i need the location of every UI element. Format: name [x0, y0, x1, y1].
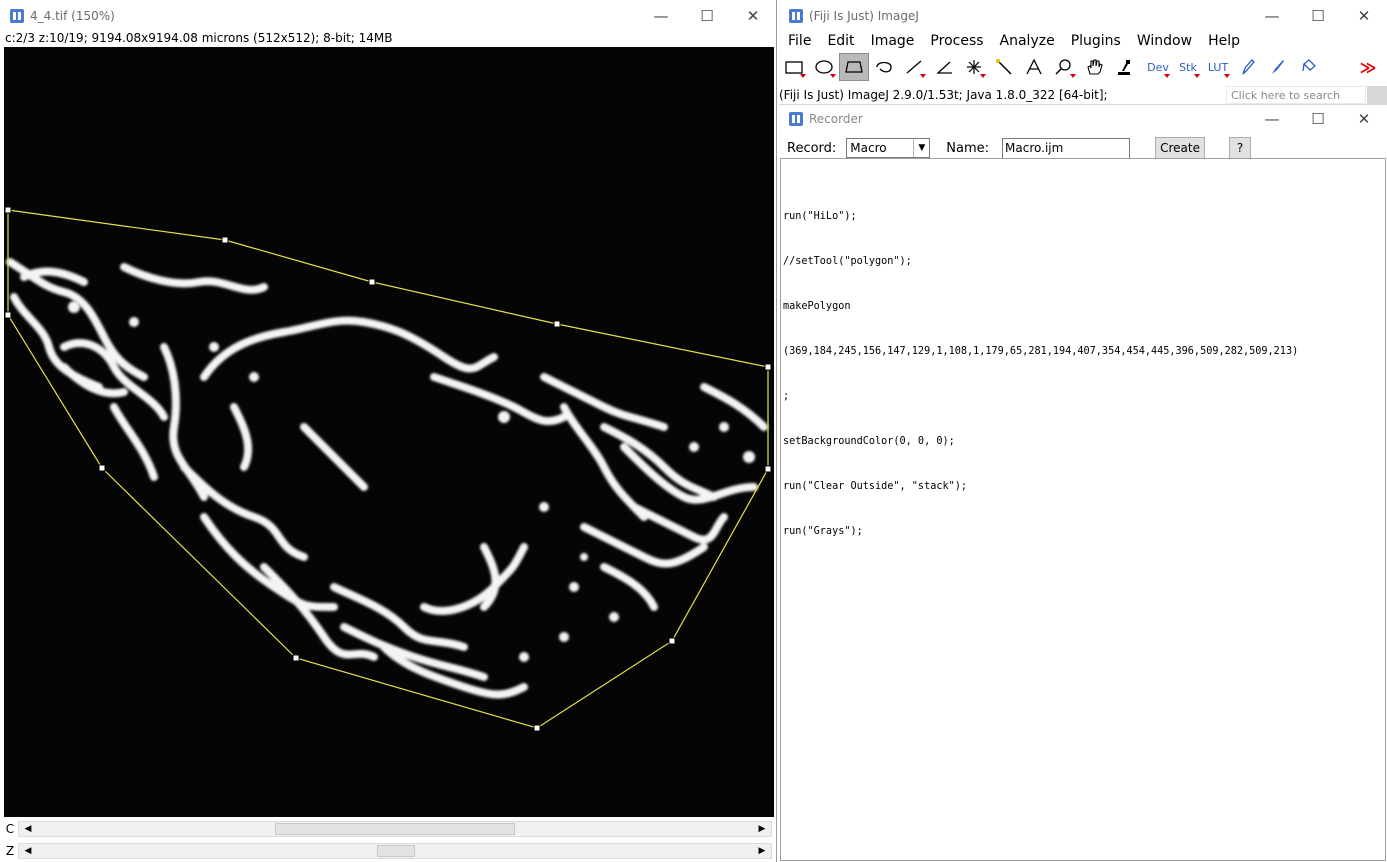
search-box[interactable]: Click here to search — [1226, 86, 1366, 104]
z-scroll-thumb[interactable] — [377, 845, 415, 857]
freehand-tool-icon[interactable] — [869, 53, 899, 81]
minimize-button[interactable]: — — [638, 1, 684, 31]
dropper-tool-icon[interactable] — [1109, 53, 1139, 81]
menu-help[interactable]: Help — [1199, 30, 1247, 52]
mitochondria-signal — [6, 258, 768, 699]
z-scroll-row: Z ◀ ▶ — [0, 841, 777, 861]
record-mode-value: Macro — [850, 141, 887, 155]
fiji-app-icon — [789, 112, 803, 126]
point-tool-icon[interactable] — [959, 53, 989, 81]
chevron-down-icon[interactable]: ▼ — [913, 139, 929, 157]
polygon-tool-icon[interactable] — [839, 53, 869, 81]
scroll-right-icon[interactable]: ▶ — [755, 844, 769, 858]
image-svg — [4, 206, 772, 732]
fiji-app-icon — [789, 9, 803, 23]
stk-menu-button[interactable]: Stk — [1173, 53, 1203, 81]
search-scroll-end[interactable] — [1367, 86, 1387, 104]
minimize-button[interactable]: — — [1249, 104, 1295, 134]
record-mode-select[interactable]: Macro ▼ — [846, 138, 931, 158]
close-button[interactable]: ✕ — [730, 1, 776, 31]
lut-label: LUT — [1207, 60, 1229, 74]
image-window-titlebar[interactable]: 4_4.tif (150%) — ☐ ✕ — [0, 0, 776, 32]
image-canvas[interactable] — [4, 47, 774, 817]
create-button[interactable]: Create — [1155, 137, 1206, 159]
code-line: (369,184,245,156,147,129,1,108,1,179,65,… — [783, 346, 1299, 357]
hand-tool-icon[interactable] — [1079, 53, 1109, 81]
z-scrollbar[interactable]: ◀ ▶ — [18, 843, 772, 859]
line-tool-icon[interactable] — [899, 53, 929, 81]
magnifier-tool-icon[interactable] — [1049, 53, 1079, 81]
scroll-right-icon[interactable]: ▶ — [755, 822, 769, 836]
maximize-button[interactable]: ☐ — [684, 1, 730, 31]
more-tools-icon[interactable]: ≫ — [1353, 53, 1383, 81]
name-label: Name: — [946, 140, 990, 156]
maximize-button[interactable]: ☐ — [1295, 1, 1341, 31]
menu-process[interactable]: Process — [921, 30, 990, 52]
code-line: run("HiLo"); — [783, 211, 857, 222]
scroll-left-icon[interactable]: ◀ — [21, 822, 35, 836]
recorder-window: Recorder — ☐ ✕ Record: Macro ▼ Name: Mac… — [779, 104, 1387, 862]
code-line: run("Clear Outside", "stack"); — [783, 481, 968, 492]
empty-tool-slot[interactable] — [1323, 53, 1353, 81]
recorder-title: Recorder — [809, 112, 863, 126]
rectangle-tool-icon[interactable] — [779, 53, 809, 81]
scroll-left-icon[interactable]: ◀ — [21, 844, 35, 858]
close-button[interactable]: ✕ — [1341, 1, 1387, 31]
code-line: run("Grays"); — [783, 526, 863, 537]
imagej-title: (Fiji Is Just) ImageJ — [809, 9, 919, 23]
channel-scroll-thumb[interactable] — [275, 823, 515, 835]
maximize-button[interactable]: ☐ — [1295, 104, 1341, 134]
image-info-text: c:2/3 z:10/19; 9194.08x9194.08 microns (… — [5, 31, 393, 45]
minimize-button[interactable]: — — [1249, 1, 1295, 31]
tool-bar: Dev Stk LUT ≫ — [779, 52, 1383, 82]
fiji-app-icon — [10, 9, 24, 23]
menu-window[interactable]: Window — [1128, 30, 1199, 52]
dev-label: Dev — [1147, 60, 1169, 74]
menu-analyze[interactable]: Analyze — [991, 30, 1062, 52]
oval-tool-icon[interactable] — [809, 53, 839, 81]
menu-plugins[interactable]: Plugins — [1062, 30, 1128, 52]
dev-menu-button[interactable]: Dev — [1143, 53, 1173, 81]
macro-editor[interactable]: run("HiLo"); //setTool("polygon"); makeP… — [780, 158, 1386, 861]
image-window-title: 4_4.tif (150%) — [30, 9, 115, 23]
menu-bar: File Edit Image Process Analyze Plugins … — [779, 30, 1247, 52]
wand-tool-icon[interactable] — [989, 53, 1019, 81]
lut-menu-button[interactable]: LUT — [1203, 53, 1233, 81]
flood-fill-tool-icon[interactable] — [1293, 53, 1323, 81]
brush-tool-icon[interactable] — [1263, 53, 1293, 81]
help-button[interactable]: ? — [1229, 137, 1252, 159]
menu-file[interactable]: File — [779, 30, 818, 52]
status-bar: (Fiji Is Just) ImageJ 2.9.0/1.53t; Java … — [779, 86, 1387, 104]
imagej-titlebar[interactable]: (Fiji Is Just) ImageJ — ☐ ✕ — [779, 0, 1387, 32]
stk-label: Stk — [1179, 60, 1197, 74]
code-line: //setTool("polygon"); — [783, 256, 912, 267]
z-label: Z — [5, 844, 15, 858]
macro-name-input[interactable]: Macro.ijm — [1002, 137, 1131, 159]
menu-image[interactable]: Image — [862, 30, 922, 52]
record-label: Record: — [787, 140, 837, 156]
code-line: makePolygon — [783, 301, 851, 312]
recorder-titlebar[interactable]: Recorder — ☐ ✕ — [779, 105, 1387, 133]
angle-tool-icon[interactable] — [929, 53, 959, 81]
close-button[interactable]: ✕ — [1341, 104, 1387, 134]
status-text: (Fiji Is Just) ImageJ 2.9.0/1.53t; Java … — [779, 88, 1108, 102]
menu-edit[interactable]: Edit — [818, 30, 861, 52]
channel-label: C — [5, 822, 15, 836]
channel-scroll-row: C ◀ ▶ — [0, 819, 777, 839]
pencil-tool-icon[interactable] — [1233, 53, 1263, 81]
image-window: 4_4.tif (150%) — ☐ ✕ c:2/3 z:10/19; 9194… — [0, 0, 777, 862]
imagej-main-window: (Fiji Is Just) ImageJ — ☐ ✕ File Edit Im… — [779, 0, 1387, 104]
text-tool-icon[interactable] — [1019, 53, 1049, 81]
channel-scrollbar[interactable]: ◀ ▶ — [18, 821, 772, 837]
code-line: setBackgroundColor(0, 0, 0); — [783, 436, 955, 447]
code-line: ; — [783, 391, 790, 402]
